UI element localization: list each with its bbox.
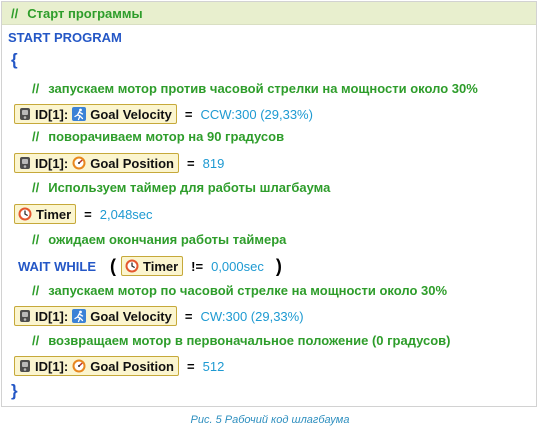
comment-line-3[interactable]: // Используем таймер для работы шлагбаума <box>2 178 536 196</box>
statement-goal-velocity-ccw[interactable]: ID[1]: Goal Velocity = CCW:300 (29,33%) <box>2 103 536 125</box>
comment-text: возвращаем мотор в первоначальное положе… <box>48 332 451 348</box>
timer-block[interactable]: Timer <box>121 256 184 276</box>
comment-line-2[interactable]: // поворачиваем мотор на 90 градусов <box>2 127 536 145</box>
statement-value[interactable]: CCW:300 (29,33%) <box>200 107 312 122</box>
motor-icon <box>20 108 30 120</box>
parameter-label: Goal Velocity <box>90 106 172 122</box>
statement-goal-velocity-cw[interactable]: ID[1]: Goal Velocity = CW:300 (29,33%) <box>2 305 536 327</box>
motor-icon <box>20 310 30 322</box>
comment-mark: // <box>32 128 40 144</box>
wait-while-keyword: WAIT WHILE <box>18 258 96 274</box>
statement-value[interactable]: 2,048sec <box>100 207 153 222</box>
not-equal-operator: != <box>191 258 204 274</box>
open-brace-line[interactable]: { <box>2 49 536 71</box>
figure-caption: Рис. 5 Рабочий код шлагбаума <box>190 414 350 426</box>
statement-wait-while[interactable]: WAIT WHILE ( Timer != 0,000sec ) <box>2 254 536 278</box>
statement-timer-assign[interactable]: Timer = 2,048sec <box>2 203 536 225</box>
close-brace-line[interactable]: } <box>2 380 536 402</box>
assign-operator: = <box>184 308 193 324</box>
program-header: // Старт программы <box>2 2 536 25</box>
motor-id: ID[1]: <box>35 106 69 122</box>
timer-block[interactable]: Timer <box>14 204 77 224</box>
statement-goal-position-512[interactable]: ID[1]: Goal Position = 512 <box>2 355 536 377</box>
parameter-label: Timer <box>36 206 72 222</box>
close-brace: } <box>11 381 18 400</box>
open-paren: ( <box>110 255 116 276</box>
statement-value[interactable]: 0,000sec <box>211 259 264 274</box>
comment-text: поворачиваем мотор на 90 градусов <box>48 128 285 144</box>
parameter-label: Timer <box>143 258 179 274</box>
comment-mark: // <box>32 80 40 96</box>
comment-mark: // <box>32 231 40 247</box>
comment-line-1[interactable]: // запускаем мотор против часовой стрелки… <box>2 79 536 97</box>
comment-line-4[interactable]: // ожидаем окончания работы таймера <box>2 230 536 248</box>
start-program-line[interactable]: START PROGRAM <box>2 27 536 47</box>
position-gauge-icon <box>72 156 86 170</box>
timer-icon <box>18 207 32 221</box>
statement-value[interactable]: 512 <box>203 359 225 374</box>
velocity-runner-icon <box>72 107 87 121</box>
dynamixel-goal-velocity-block[interactable]: ID[1]: Goal Velocity <box>14 104 177 124</box>
comment-text: запускаем мотор по часовой стрелке на мо… <box>48 282 448 298</box>
statement-value[interactable]: 819 <box>203 156 225 171</box>
header-title: Старт программы <box>27 5 143 21</box>
dynamixel-goal-velocity-block[interactable]: ID[1]: Goal Velocity <box>14 306 177 326</box>
parameter-label: Goal Velocity <box>90 308 172 324</box>
assign-operator: = <box>84 206 92 222</box>
open-brace: { <box>11 50 18 69</box>
statement-value[interactable]: CW:300 (29,33%) <box>200 309 303 324</box>
velocity-runner-icon <box>72 309 87 323</box>
statement-goal-position-819[interactable]: ID[1]: Goal Position = 819 <box>2 152 536 174</box>
motor-id: ID[1]: <box>35 358 69 374</box>
parameter-label: Goal Position <box>90 155 175 171</box>
assign-operator: = <box>187 155 195 171</box>
program-editor: // Старт программы START PROGRAM { // запу… <box>1 1 537 407</box>
comment-mark: // <box>32 282 40 298</box>
comment-line-5[interactable]: // запускаем мотор по часовой стрелке на … <box>2 281 536 299</box>
position-gauge-icon <box>72 359 86 373</box>
comment-line-6[interactable]: // возвращаем мотор в первоначальное поло… <box>2 331 536 349</box>
motor-id: ID[1]: <box>35 155 69 171</box>
motor-icon <box>20 157 30 169</box>
header-comment: // Старт программы <box>11 6 143 21</box>
comment-text: Используем таймер для работы шлагбаума <box>48 179 331 195</box>
assign-operator: = <box>184 106 193 122</box>
motor-id: ID[1]: <box>35 308 69 324</box>
dynamixel-goal-position-block[interactable]: ID[1]: Goal Position <box>14 153 180 173</box>
assign-operator: = <box>187 358 195 374</box>
start-program-keyword: START PROGRAM <box>8 29 122 45</box>
close-paren: ) <box>275 255 282 276</box>
comment-mark: // <box>32 179 40 195</box>
timer-icon <box>125 259 139 273</box>
motor-icon <box>20 360 30 372</box>
dynamixel-goal-position-block[interactable]: ID[1]: Goal Position <box>14 356 180 376</box>
comment-mark: // <box>32 332 40 348</box>
parameter-label: Goal Position <box>90 358 175 374</box>
comment-text: ожидаем окончания работы таймера <box>48 231 287 247</box>
comment-text: запускаем мотор против часовой стрелки н… <box>48 80 478 96</box>
comment-mark: // <box>11 5 19 21</box>
